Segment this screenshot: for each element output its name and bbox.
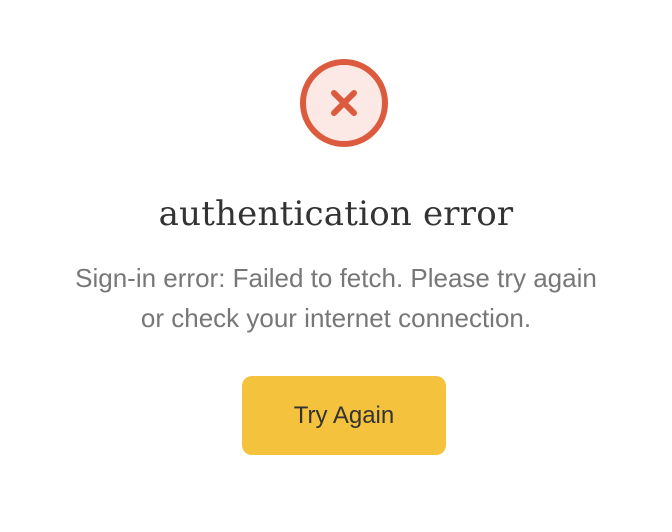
error-page: authentication error Sign-in error: Fail… [0, 0, 672, 532]
error-message-line-2: or check your internet connection. [140, 303, 532, 333]
error-message: Sign-in error: Failed to fetch. Please t… [30, 258, 642, 338]
error-title: authentication error [158, 194, 514, 234]
close-x-icon [331, 90, 357, 116]
error-message-line-1: Sign-in error: Failed to fetch. Please t… [75, 263, 597, 293]
try-again-button[interactable]: Try Again [242, 376, 446, 455]
error-circle-icon [300, 59, 388, 147]
